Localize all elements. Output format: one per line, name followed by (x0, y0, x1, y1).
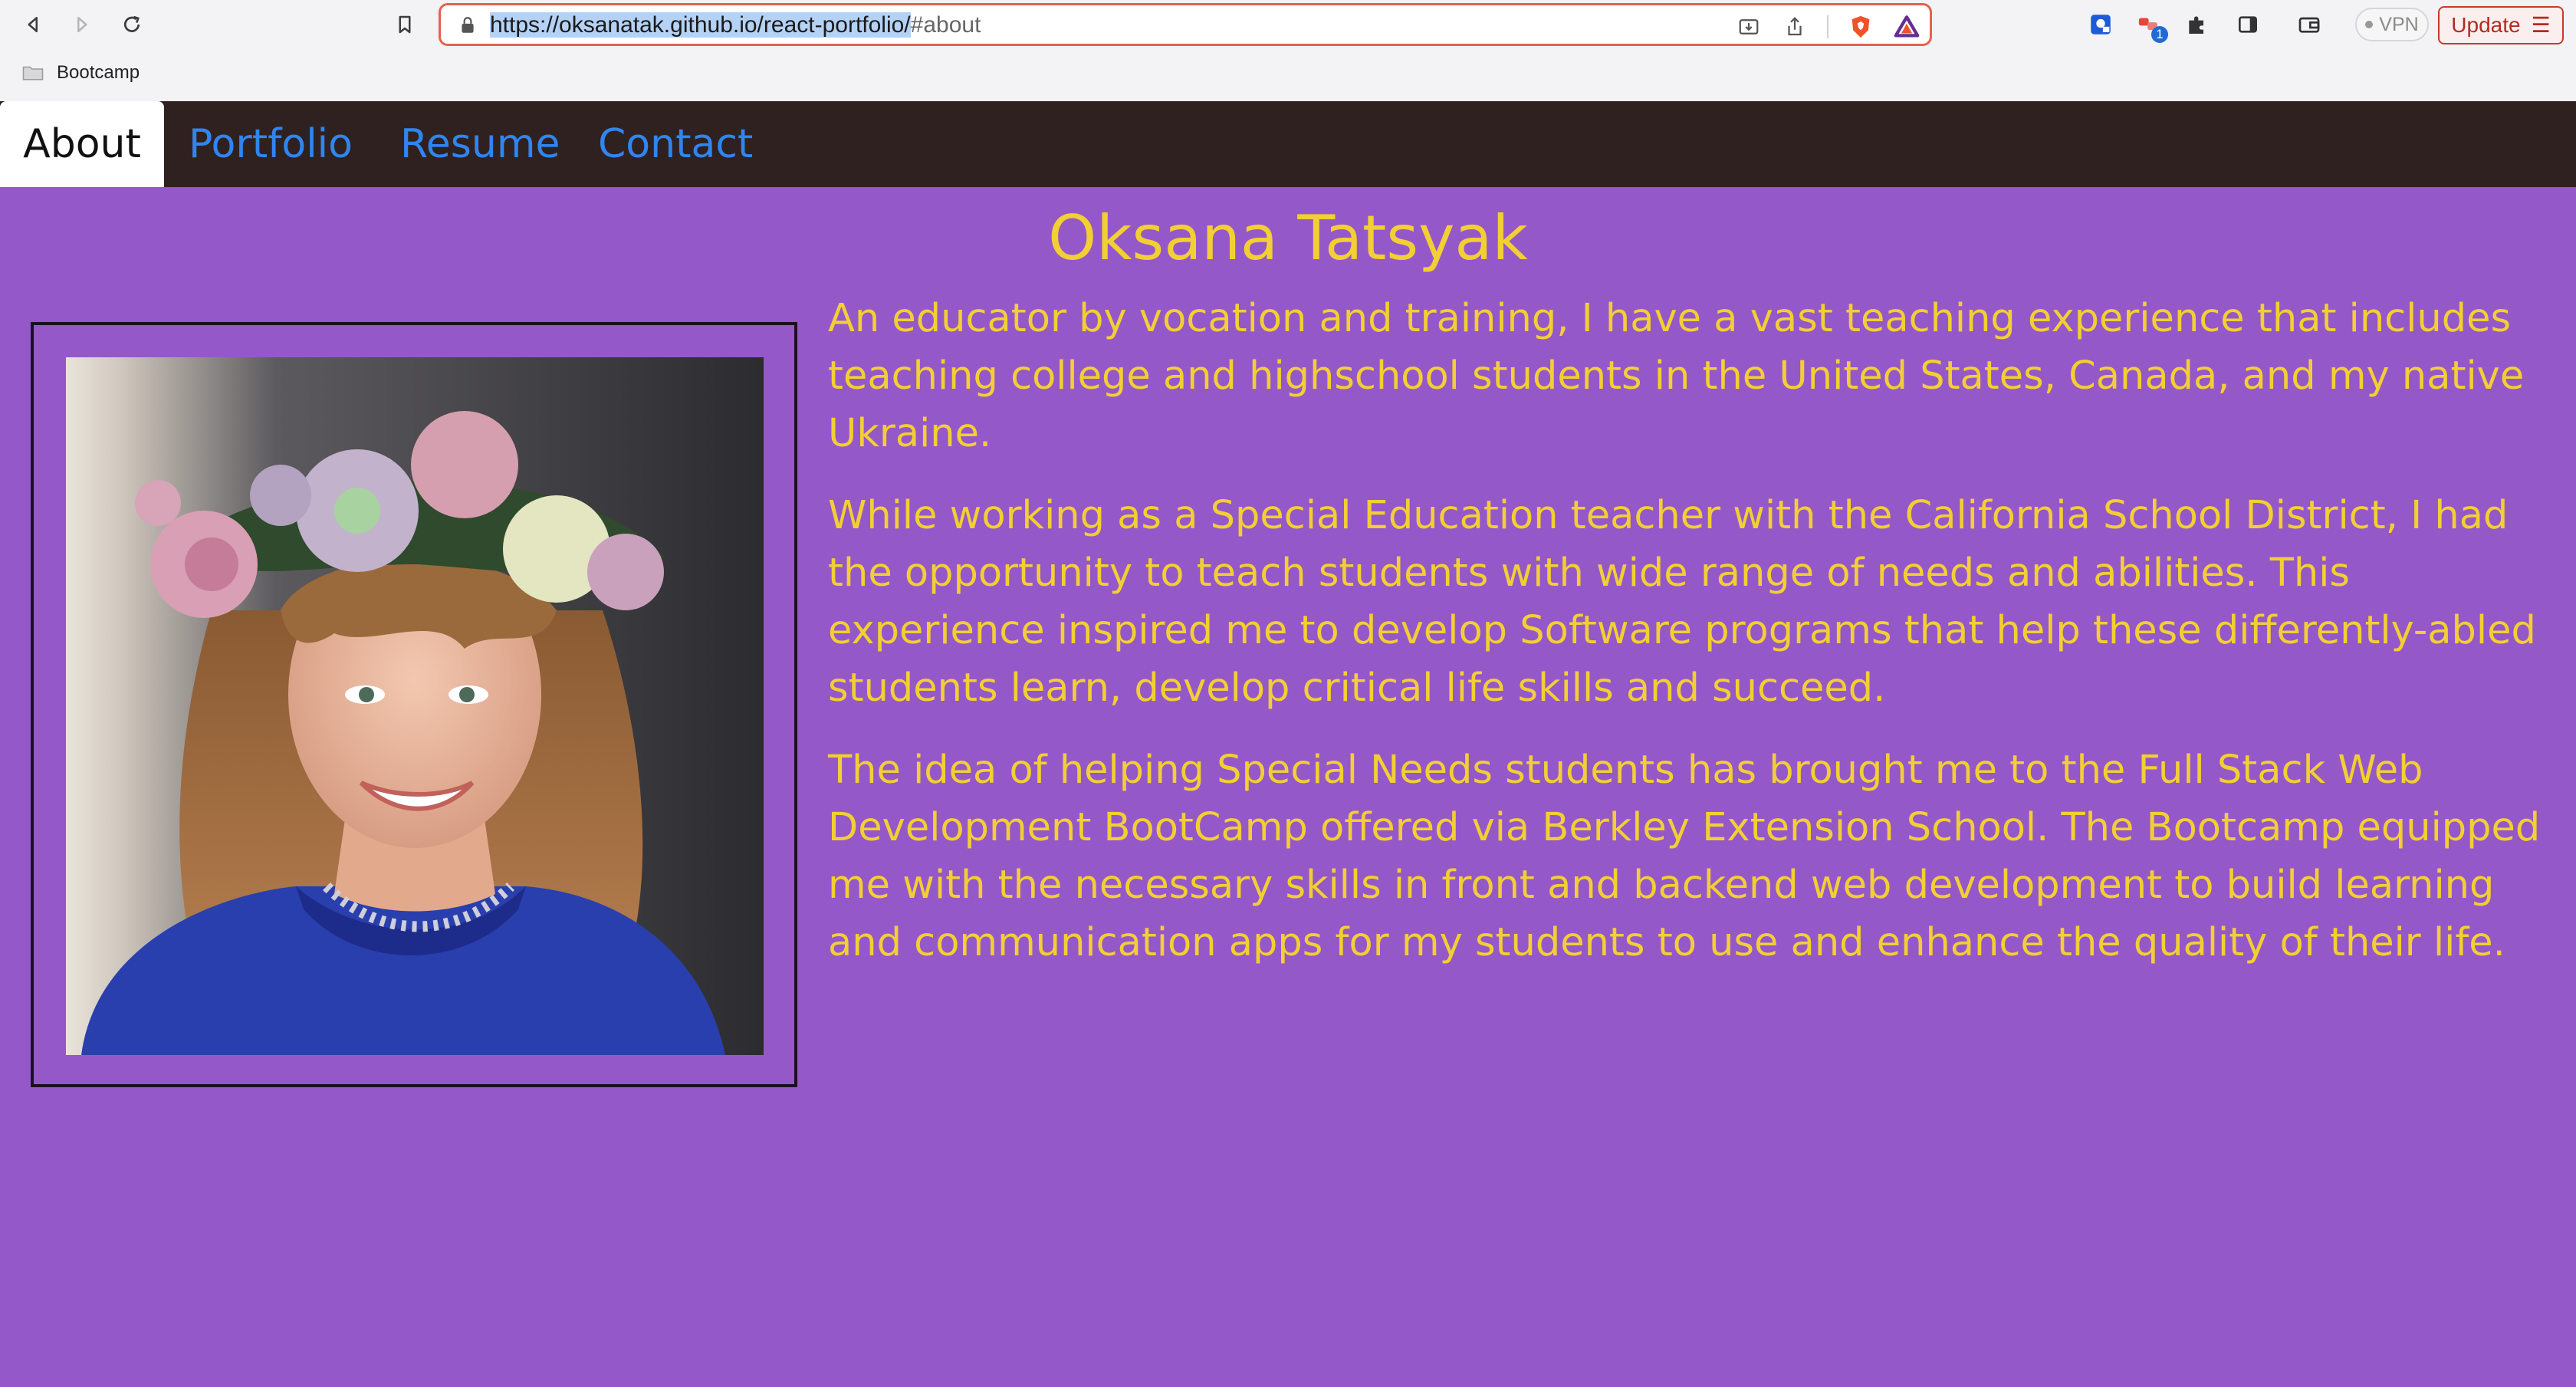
back-arrow-icon[interactable] (18, 9, 49, 40)
browser-toolbar: https://oksanatak.github.io/react-portfo… (0, 0, 2576, 49)
divider (1827, 15, 1829, 38)
url-text[interactable]: https://oksanatak.github.io/react-portfo… (490, 12, 981, 39)
share-icon[interactable] (1781, 13, 1809, 41)
site-nav: About Portfolio Resume Contact (0, 101, 2576, 187)
sidebar-toggle-icon[interactable] (2233, 9, 2263, 40)
profile-photo (66, 357, 764, 1055)
portrait-image (66, 357, 764, 1055)
vpn-label: VPN (2379, 13, 2419, 35)
vpn-toggle[interactable]: VPN (2355, 8, 2429, 41)
bookmarks-bar: Bootcamp (0, 52, 2576, 98)
bookmark-icon[interactable] (389, 9, 420, 40)
lock-icon (462, 17, 474, 33)
tab-about[interactable]: About (0, 101, 164, 187)
bookmark-label: Bootcamp (57, 62, 140, 83)
wallet-icon[interactable] (2294, 9, 2325, 40)
brave-shield-icon[interactable] (1847, 13, 1875, 41)
bio-paragraph: The idea of helping Special Needs studen… (828, 748, 2541, 965)
install-app-icon[interactable] (1735, 13, 1763, 41)
extension-badge-icon[interactable]: 1 (2134, 9, 2168, 43)
tab-resume[interactable]: Resume (400, 101, 560, 187)
forward-arrow-icon[interactable] (66, 9, 97, 40)
vpn-status-dot (2365, 21, 2374, 28)
tab-contact[interactable]: Contact (598, 101, 753, 187)
tab-portfolio[interactable]: Portfolio (189, 101, 353, 187)
url-fragment: #about (910, 12, 981, 38)
extension-icon[interactable] (2085, 9, 2116, 40)
bio-paragraph: While working as a Special Education tea… (828, 493, 2536, 711)
address-bar-actions (1735, 12, 1921, 42)
page-title: Oksana Tatsyak (0, 202, 2576, 274)
address-bar[interactable]: https://oksanatak.github.io/react-portfo… (439, 3, 1932, 46)
profile-photo-frame (31, 322, 797, 1087)
url-selected: https://oksanatak.github.io/react-portfo… (490, 12, 911, 38)
bio: An educator by vocation and training, I … (828, 290, 2553, 996)
page-title-text: Oksana Tatsyak (1048, 202, 1528, 274)
brave-rewards-icon[interactable] (1893, 13, 1921, 41)
extension-badge-count: 1 (2151, 26, 2168, 43)
extensions-puzzle-icon[interactable] (2182, 9, 2213, 40)
folder-icon (22, 66, 44, 81)
update-label: Update (2451, 13, 2521, 37)
update-button[interactable]: Update ☰ (2438, 6, 2564, 44)
reload-icon[interactable] (117, 9, 147, 40)
menu-icon: ☰ (2531, 13, 2551, 37)
browser-chrome: https://oksanatak.github.io/react-portfo… (0, 0, 2576, 101)
bookmark-folder-bootcamp[interactable]: Bootcamp (21, 61, 140, 84)
bio-paragraph: An educator by vocation and training, I … (828, 296, 2525, 456)
